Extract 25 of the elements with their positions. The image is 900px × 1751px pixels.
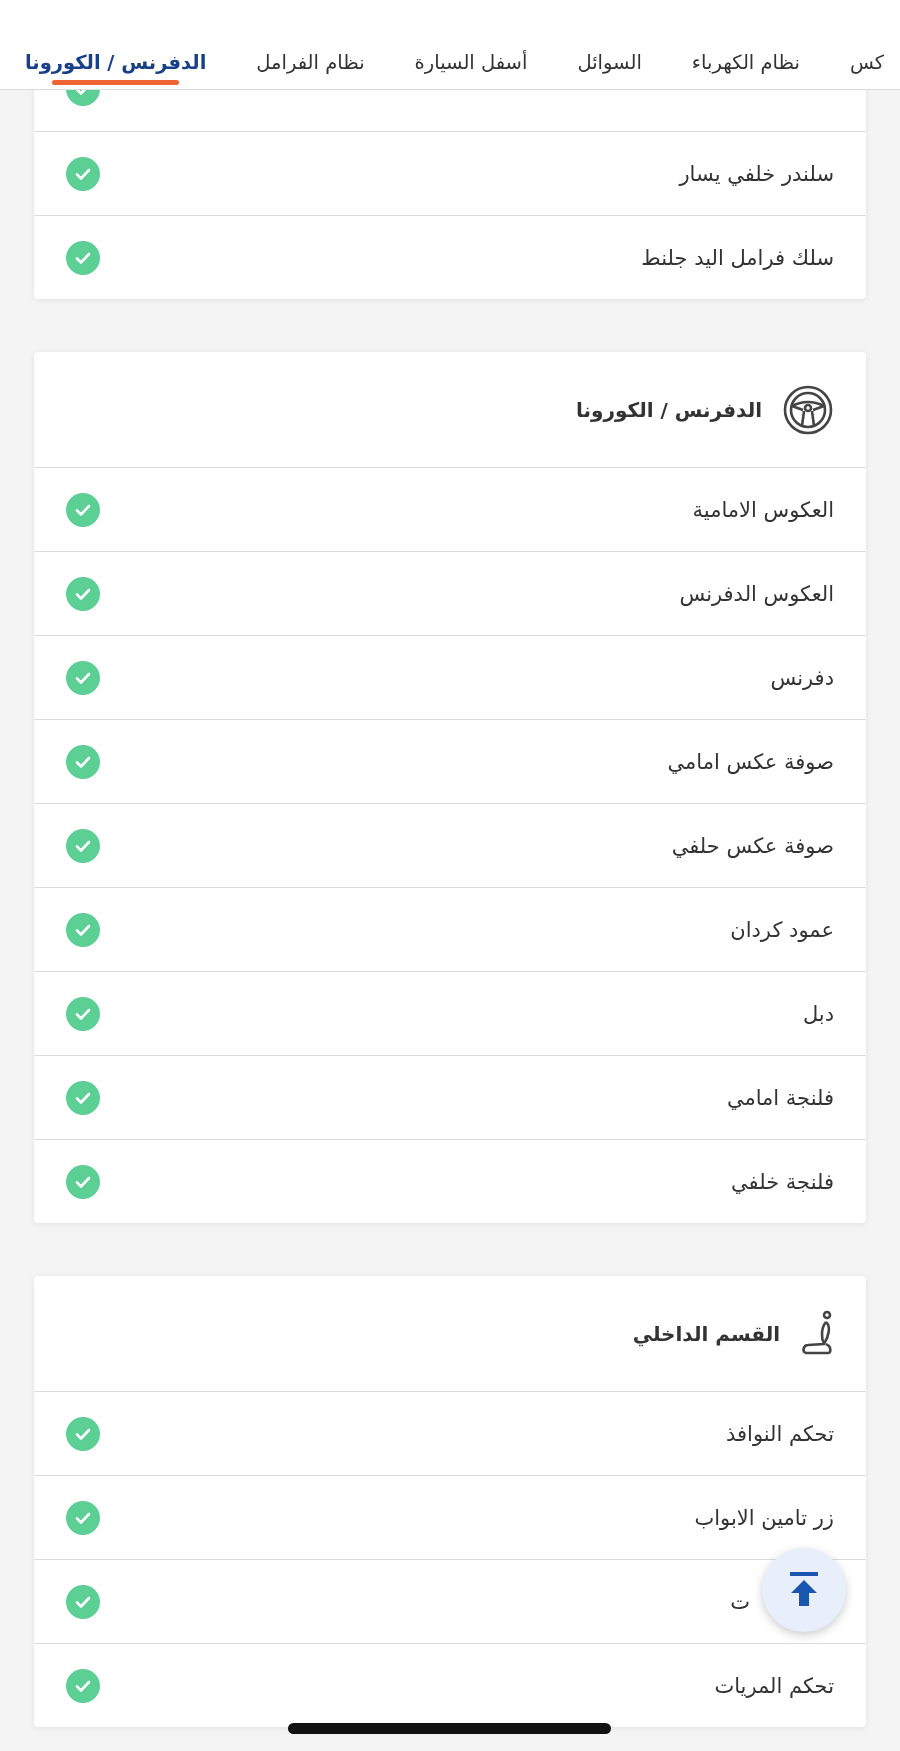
item-label: فلنجة خلفي xyxy=(731,1169,834,1194)
item-label: زر تامين الابواب xyxy=(694,1505,834,1530)
item-label: ت xyxy=(730,1589,750,1614)
item-label: العكوس الدفرنس xyxy=(679,581,834,606)
section-title: الدفرنس / الكورونا xyxy=(576,397,762,422)
item-label: تحكم النوافذ xyxy=(726,1421,834,1446)
item-label: دبل xyxy=(802,1001,834,1026)
item-label: دفرنس xyxy=(770,665,834,690)
arrow-up-icon xyxy=(788,1572,820,1608)
item-label: عمود كردان xyxy=(730,917,834,942)
tab[interactable]: كس xyxy=(849,0,885,89)
item-label: سلندر خلفي يسار xyxy=(679,161,834,186)
tab[interactable]: السوائل xyxy=(577,0,642,89)
item-label: صوفة عكس امامي xyxy=(667,749,834,774)
steering-wheel-icon xyxy=(782,383,834,436)
section-title: القسم الداخلي xyxy=(632,1321,780,1346)
tab[interactable]: نظام الكهرباء xyxy=(691,0,800,89)
item-label: صوفة عكس حلفي xyxy=(671,833,834,858)
item-label: فلنجة امامي xyxy=(726,1085,834,1110)
item-label: سلك فرامل اليد جلنط xyxy=(641,245,834,270)
tab[interactable]: الدفرنس / الكورونا xyxy=(25,0,207,89)
item-label: تحكم المريات xyxy=(714,1673,834,1698)
tab[interactable]: أسفل السيارة xyxy=(414,0,528,89)
tab[interactable]: نظام الفرامل xyxy=(256,0,365,89)
item-label: العكوس الامامية xyxy=(692,497,834,522)
